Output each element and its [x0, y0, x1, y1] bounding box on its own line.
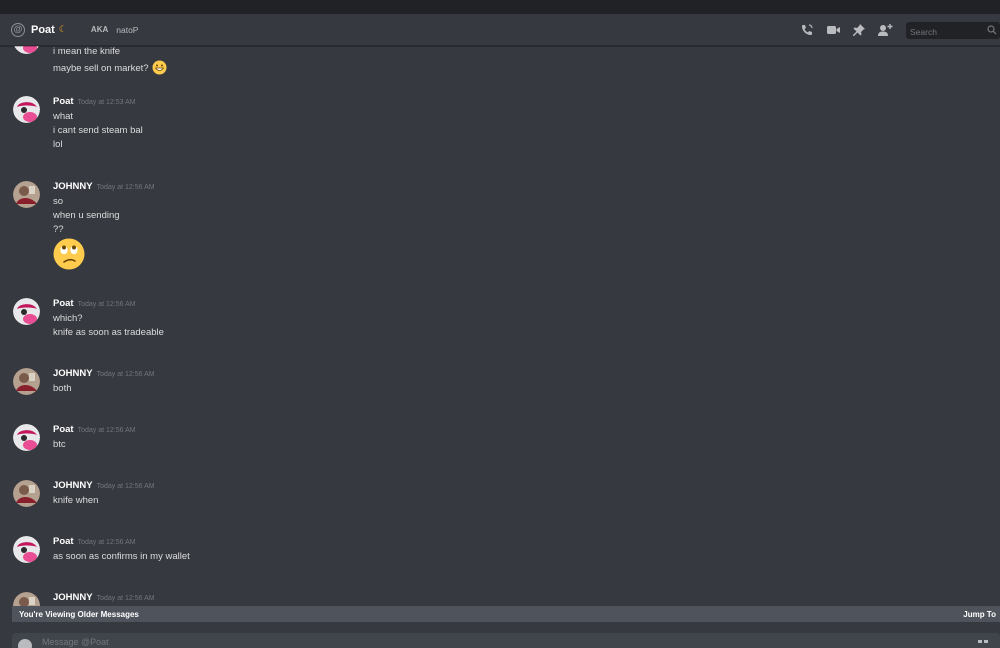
window-top-strip	[0, 0, 1000, 14]
message-author[interactable]: JOHNNY Today at 12:56 AM	[53, 181, 155, 192]
message-text: when u sending	[53, 210, 120, 221]
avatar[interactable]	[13, 424, 40, 451]
idle-status-icon: ☾	[58, 24, 67, 34]
message-timestamp: Today at 12:53 AM	[77, 99, 136, 106]
message-text: as soon as confirms in my wallet	[53, 551, 190, 562]
message-text: ??	[53, 224, 64, 235]
at-icon: @	[11, 22, 25, 37]
message-text: knife as soon as tradeable	[53, 327, 164, 338]
message-text: knife when	[53, 495, 99, 506]
message-text: what	[53, 111, 74, 122]
message-timestamp: Today at 12:56 AM	[96, 371, 155, 378]
message-text: so	[53, 196, 64, 207]
message-text: both	[53, 383, 72, 394]
message-author[interactable]: Poat Today at 12:56 AM	[53, 424, 136, 435]
dm-header: @ Poat ☾ AKA natoP	[0, 14, 1000, 46]
call-icon[interactable]	[794, 17, 820, 43]
message-timestamp: Today at 12:56 AM	[96, 483, 155, 490]
message-author[interactable]: JOHNNY Today at 12:56 AM	[53, 592, 155, 603]
pin-icon[interactable]	[846, 17, 872, 43]
message-author[interactable]: JOHNNY Today at 12:56 AM	[53, 368, 155, 379]
message-text: btc	[53, 439, 66, 450]
header-toolbar	[794, 14, 1000, 46]
avatar[interactable]	[13, 298, 40, 325]
older-messages-bar[interactable]: You're Viewing Older Messages Jump To	[12, 606, 1000, 622]
avatar[interactable]	[13, 480, 40, 507]
alias-name: natoP	[116, 24, 139, 35]
message-timestamp: Today at 12:56 AM	[77, 539, 136, 546]
dm-title: Poat	[31, 23, 55, 36]
message-text: maybe sell on market?	[53, 60, 167, 75]
message-timestamp: Today at 12:56 AM	[96, 184, 155, 191]
message-text: i mean the knife	[53, 46, 121, 57]
avatar[interactable]	[13, 368, 40, 395]
add-friend-icon[interactable]	[872, 17, 898, 43]
search-box[interactable]	[906, 21, 1000, 40]
message-timestamp: Today at 12:56 AM	[96, 595, 155, 602]
message-text: which?	[53, 313, 83, 324]
avatar[interactable]	[13, 181, 40, 208]
message-author[interactable]: Poat Today at 12:56 AM	[53, 536, 136, 547]
message-timestamp: Today at 12:56 AM	[77, 301, 136, 308]
message-input[interactable]	[42, 635, 942, 648]
aka-label: AKA	[90, 25, 109, 34]
grinning-emoji	[152, 60, 167, 75]
message-author[interactable]: Poat Today at 12:53 AM	[53, 96, 136, 107]
message-timestamp: Today at 12:56 AM	[77, 427, 136, 434]
eye-roll-emoji	[53, 238, 85, 270]
avatar[interactable]	[13, 592, 40, 606]
avatar	[13, 46, 40, 54]
message-author[interactable]: Poat Today at 12:56 AM	[53, 298, 136, 309]
emoji-picker-icon[interactable]	[978, 640, 988, 648]
message-composer[interactable]	[12, 633, 1000, 648]
avatar[interactable]	[13, 536, 40, 563]
search-input[interactable]	[906, 23, 1000, 40]
avatar[interactable]	[13, 96, 40, 123]
message-text: lol	[53, 139, 63, 150]
jump-to-present-button[interactable]: Jump To	[963, 610, 996, 619]
message-text: i cant send steam bal	[53, 125, 143, 136]
message-author[interactable]: JOHNNY Today at 12:56 AM	[53, 480, 155, 491]
video-icon[interactable]	[820, 17, 846, 43]
older-messages-label: You're Viewing Older Messages	[19, 609, 139, 619]
upload-icon[interactable]	[18, 639, 32, 648]
message-list[interactable]: i mean the knife maybe sell on market? P…	[0, 46, 1000, 606]
search-icon	[987, 24, 997, 34]
